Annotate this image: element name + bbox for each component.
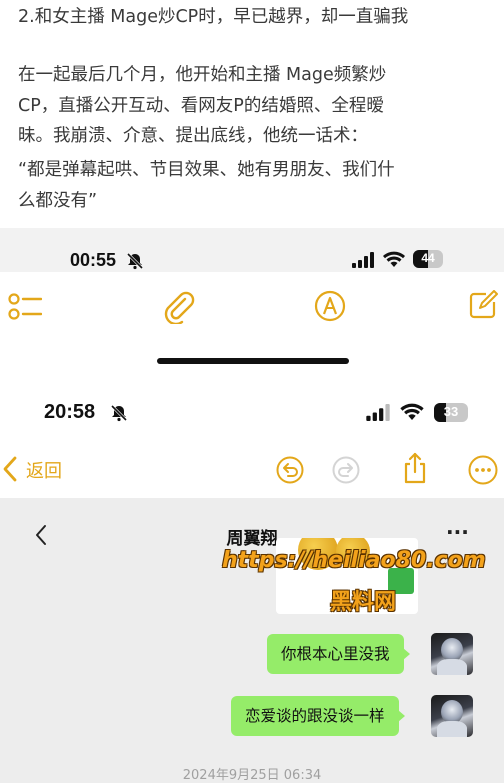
article-line-4: CP，直播公开互动、看网友P的结婚照、全程暧 — [18, 96, 384, 116]
chat-window: 周翼翔 ··· — [0, 498, 504, 783]
chat-more-button[interactable]: ··· — [446, 520, 469, 544]
wifi-icon — [383, 251, 405, 267]
message-bubble-1[interactable]: 你根本心里没我 — [267, 634, 410, 674]
cellular-signal-icon — [366, 404, 390, 421]
chat-title: 周翼翔 — [226, 529, 278, 549]
article-line-3: 在一起最后几个月，他开始和主播 Mage频繁炒 — [18, 65, 387, 85]
article-line-7: 么都没有” — [18, 191, 98, 211]
wifi-icon — [400, 403, 424, 420]
compose-icon[interactable] — [468, 290, 498, 320]
home-indicator — [157, 358, 349, 364]
share-icon[interactable] — [402, 452, 428, 484]
article-line-6: “都是弹幕起哄、节目效果、她有男朋友、我们什 — [18, 160, 395, 180]
avatar[interactable] — [431, 695, 473, 737]
battery-icon: 33 — [434, 403, 468, 422]
article-line-1: 2.和女主播 Mage炒CP时，早已越界，却一直骗我 — [18, 7, 409, 27]
battery-level-2: 33 — [443, 404, 459, 419]
redo-icon[interactable] — [332, 456, 360, 484]
watermark-url: https://heiliao80.com — [222, 548, 486, 573]
checklist-icon[interactable] — [8, 292, 42, 322]
bell-slash-icon — [126, 252, 144, 270]
battery-icon: 44 — [413, 250, 443, 268]
more-options-icon[interactable] — [468, 455, 498, 485]
bell-slash-icon — [110, 404, 128, 422]
back-label: 返回 — [26, 461, 62, 482]
paperclip-icon[interactable] — [162, 290, 196, 324]
undo-icon[interactable] — [276, 456, 304, 484]
status-bar-1: 00:55 44 — [0, 228, 504, 272]
article-line-5: 昧。我崩溃、介意、提出底线，他统一话术： — [18, 126, 368, 146]
notes-toolbar — [0, 272, 504, 390]
battery-level-1: 44 — [421, 251, 435, 265]
status-time-1: 00:55 — [70, 250, 117, 270]
chevron-left-icon — [3, 456, 17, 482]
article-text: 2.和女主播 Mage炒CP时，早已越界，却一直骗我 在一起最后几个月，他开始和… — [0, 0, 504, 228]
cellular-signal-icon — [352, 252, 374, 268]
markup-pen-icon[interactable] — [314, 290, 346, 322]
watermark-text: 黑料网 — [330, 590, 397, 615]
chat-timestamp: 2024年9月25日 06:34 — [182, 768, 322, 783]
status-time-2: 20:58 — [44, 401, 96, 423]
notes-nav-bar: 返回 — [0, 440, 504, 498]
avatar[interactable] — [431, 633, 473, 675]
status-bar-2: 20:58 33 — [0, 390, 504, 438]
message-bubble-2[interactable]: 恋爱谈的跟没谈一样 — [231, 696, 405, 736]
